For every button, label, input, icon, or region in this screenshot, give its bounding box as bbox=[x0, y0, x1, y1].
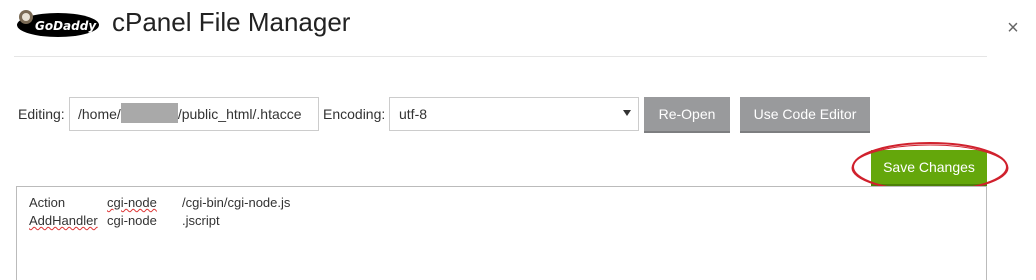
path-field[interactable]: /home/ /public_html/.htacce bbox=[69, 97, 319, 131]
encoding-label: Encoding: bbox=[323, 106, 386, 122]
godaddy-logo: GoDaddy bbox=[17, 10, 99, 37]
handler-name: cgi-node bbox=[107, 195, 157, 210]
save-changes-button[interactable]: Save Changes bbox=[871, 150, 987, 184]
path-prefix: /home/ bbox=[78, 106, 121, 122]
page-title: cPanel File Manager bbox=[112, 7, 351, 37]
editing-label: Editing: bbox=[18, 106, 65, 122]
handler-name: cgi-node bbox=[107, 213, 157, 228]
encoding-value: utf-8 bbox=[399, 106, 428, 122]
close-icon[interactable]: × bbox=[1003, 18, 1023, 38]
redacted-username bbox=[120, 103, 178, 123]
path-suffix: /public_html/.htacce bbox=[177, 106, 302, 122]
directive: Action bbox=[29, 195, 66, 210]
header-divider bbox=[14, 56, 987, 57]
code-editor[interactable]: Action cgi-node /cgi-bin/cgi-node.js Add… bbox=[16, 186, 987, 280]
chevron-down-icon bbox=[623, 110, 631, 116]
svg-text:GoDaddy: GoDaddy bbox=[35, 19, 97, 33]
file-extension: .jscript bbox=[182, 213, 220, 228]
encoding-select[interactable]: utf-8 bbox=[389, 97, 639, 131]
use-code-editor-button[interactable]: Use Code Editor bbox=[740, 97, 870, 131]
file-manager-page: GoDaddy cPanel File Manager × Editing: /… bbox=[0, 0, 1036, 280]
header: GoDaddy cPanel File Manager × bbox=[0, 0, 1036, 57]
reopen-button[interactable]: Re-Open bbox=[644, 97, 730, 131]
handler-path: /cgi-bin/cgi-node.js bbox=[182, 195, 291, 210]
directive: AddHandler bbox=[29, 213, 98, 228]
